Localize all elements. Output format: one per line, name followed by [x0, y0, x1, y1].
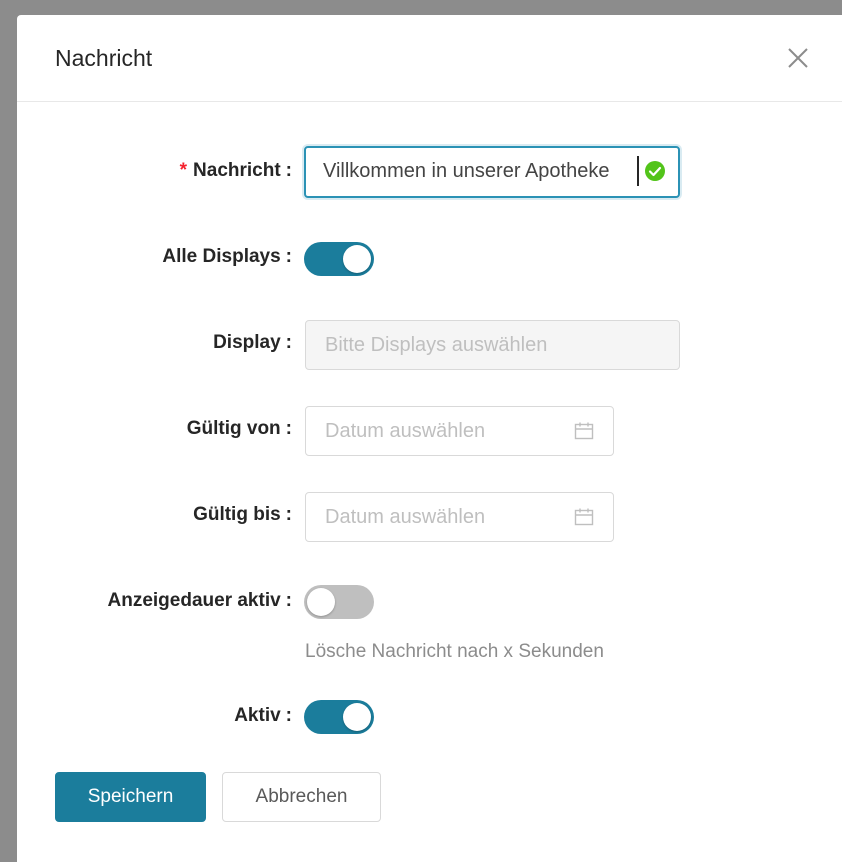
valid-to-datepicker[interactable]: Datum auswählen — [305, 492, 614, 542]
display-label-text: Display — [213, 332, 281, 353]
colon: : — [285, 332, 292, 353]
modal-header: Nachricht — [17, 15, 842, 102]
colon: : — [285, 504, 292, 525]
modal-title: Nachricht — [55, 45, 153, 71]
colon: : — [285, 418, 292, 439]
valid-from-label-text: Gültig von — [186, 418, 281, 439]
text-caret — [637, 156, 639, 186]
all-displays-label: Alle Displays: — [0, 246, 292, 268]
duration-active-label-text: Anzeigedauer aktiv — [107, 590, 281, 611]
active-label: Aktiv: — [0, 705, 292, 727]
display-select-placeholder: Bitte Displays auswählen — [325, 334, 548, 356]
all-displays-label-text: Alle Displays — [162, 246, 281, 267]
valid-from-datepicker[interactable]: Datum auswählen — [305, 406, 614, 456]
valid-to-label-text: Gültig bis — [193, 504, 281, 525]
save-button[interactable]: Speichern — [55, 772, 206, 822]
valid-from-placeholder: Datum auswählen — [325, 420, 486, 442]
message-modal: Nachricht * Nachricht: Villkommen in unse… — [17, 15, 842, 862]
colon: : — [285, 246, 292, 267]
colon: : — [285, 705, 292, 726]
message-input-value: Villkommen in unserer Apotheke — [323, 160, 610, 182]
calendar-icon — [574, 421, 594, 441]
toggle-knob — [307, 588, 335, 616]
check-circle-icon — [645, 161, 665, 181]
active-toggle[interactable] — [304, 700, 374, 734]
duration-hint: Lösche Nachricht nach x Sekunden — [305, 641, 604, 662]
colon: : — [285, 590, 292, 611]
message-label-text: Nachricht — [193, 160, 281, 181]
valid-to-placeholder: Datum auswählen — [325, 506, 486, 528]
active-label-text: Aktiv — [234, 705, 281, 726]
toggle-knob — [343, 245, 371, 273]
duration-active-toggle[interactable] — [304, 585, 374, 619]
message-label: * Nachricht: — [0, 160, 292, 182]
display-select[interactable]: Bitte Displays auswählen — [305, 320, 680, 370]
calendar-icon — [574, 507, 594, 527]
required-mark: * — [179, 160, 188, 181]
valid-to-label: Gültig bis: — [0, 504, 292, 526]
duration-active-label: Anzeigedauer aktiv: — [0, 590, 293, 612]
display-label: Display: — [0, 332, 292, 354]
close-icon[interactable] — [785, 45, 811, 71]
cancel-button[interactable]: Abbrechen — [222, 772, 381, 822]
message-input[interactable]: Villkommen in unserer Apotheke — [304, 146, 680, 198]
toggle-knob — [343, 703, 371, 731]
colon: : — [285, 160, 292, 181]
valid-from-label: Gültig von: — [0, 418, 292, 440]
all-displays-toggle[interactable] — [304, 242, 374, 276]
